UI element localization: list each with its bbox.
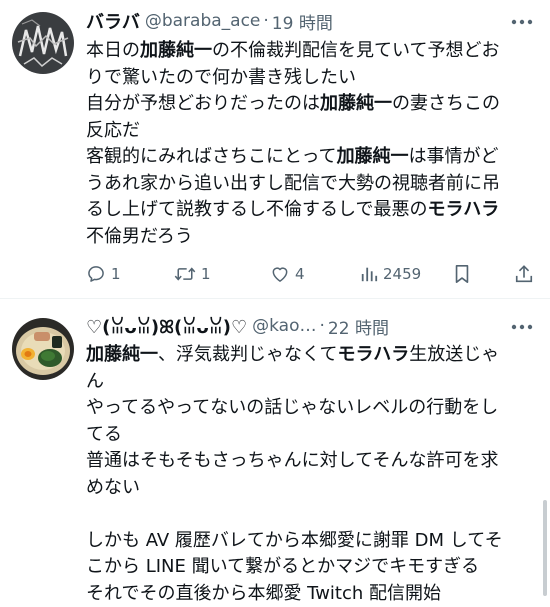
- tweet-text-line: 不倫男だろう: [86, 224, 536, 251]
- bookmark-button[interactable]: [453, 260, 471, 288]
- like-count: 4: [295, 265, 305, 283]
- tweet[interactable]: バラバ @baraba_ace · 19 時間 本日の加藤純一の不倫裁判配信を見…: [0, 0, 550, 300]
- reply-icon: [86, 264, 106, 284]
- tweet-text-line: ん: [86, 369, 536, 396]
- reply-button[interactable]: 1: [86, 260, 121, 288]
- tweet-text-line: 反応だ: [86, 118, 536, 145]
- share-button[interactable]: [514, 260, 534, 288]
- more-dots-icon: [511, 324, 533, 330]
- tweet-text-line: 本日の加藤純一の不倫裁判配信を見ていて予想どお: [86, 38, 536, 65]
- more-dots-icon: [511, 19, 533, 25]
- text-segment: 客観的にみればさちこにとって: [86, 146, 337, 167]
- display-name[interactable]: ♡(ꈍᴗꈍ)ꕤ(ꈍᴗꈍ)♡: [86, 315, 247, 338]
- text-segment: の不倫裁判配信を見ていて予想どお: [212, 40, 499, 61]
- views-chart-icon: [360, 265, 378, 283]
- tweet-text: 加藤純一、浮気裁判じゃなくてモラハラ生放送じゃんやってるやってないの話じゃないレ…: [86, 342, 536, 607]
- text-segment: 、浮気裁判じゃなくて: [158, 344, 337, 365]
- more-options-button[interactable]: [508, 316, 536, 338]
- tweet-text-line: 自分が予想どおりだったのは加藤純一の妻さちこの: [86, 91, 536, 118]
- tweet-text-line: 客観的にみればさちこにとって加藤純一は事情がど: [86, 144, 536, 171]
- tweet-header: バラバ @baraba_ace · 19 時間: [86, 8, 530, 34]
- text-segment: 本日の: [86, 40, 140, 61]
- text-segment: 不倫男だろう: [86, 226, 193, 247]
- tweet[interactable]: ♡(ꈍᴗꈍ)ꕤ(ꈍᴗꈍ)♡ @kao… · 22 時間 加藤純一、浮気裁判じゃな…: [0, 300, 550, 606]
- highlighted-keyword: 加藤純一: [337, 146, 409, 167]
- text-segment: こから LINE 聞いて繋がるとかマジでキモすぎる: [86, 556, 479, 577]
- bookmark-icon: [453, 264, 471, 284]
- tweet-actions: 1 1 4 2459: [86, 260, 536, 288]
- tweet-text-line: てる: [86, 422, 536, 449]
- text-segment: 反応だ: [86, 120, 140, 141]
- separator-dot: ·: [320, 316, 325, 336]
- tweet-text-line: 普通はそもそもさっちゃんに対してそんな許可を求: [86, 448, 536, 475]
- like-button[interactable]: 4: [270, 260, 305, 288]
- tweet-text-line: それでその直後から本郷愛 Twitch 配信開始: [86, 581, 536, 607]
- text-segment: しかも AV 履歴バレてから本郷愛に謝罪 DM してそ: [86, 530, 503, 551]
- tweet-text: 本日の加藤純一の不倫裁判配信を見ていて予想どおりで驚いたので何か書き残したい自分…: [86, 38, 536, 250]
- views-count: 2459: [383, 265, 421, 283]
- user-handle[interactable]: @kao…: [252, 316, 316, 336]
- heart-icon: [270, 264, 290, 284]
- user-avatar[interactable]: [12, 318, 74, 380]
- tweet-text-line: やってるやってないの話じゃないレベルの行動をし: [86, 395, 536, 422]
- highlighted-keyword: モラハラ: [337, 344, 409, 365]
- tweet-text-line: こから LINE 聞いて繋がるとかマジでキモすぎる: [86, 554, 536, 581]
- highlighted-keyword: モラハラ: [427, 199, 499, 220]
- tweet-divider: [0, 298, 550, 299]
- text-segment: てる: [86, 424, 122, 445]
- user-handle[interactable]: @baraba_ace: [145, 11, 261, 31]
- retweet-count: 1: [201, 265, 211, 283]
- timestamp[interactable]: 22 時間: [328, 314, 389, 339]
- text-segment: それでその直後から本郷愛 Twitch 配信開始: [86, 583, 441, 604]
- tweet-text-line: しかも AV 履歴バレてから本郷愛に謝罪 DM してそ: [86, 528, 536, 555]
- separator-dot: ·: [263, 11, 268, 31]
- timestamp[interactable]: 19 時間: [272, 9, 333, 34]
- text-segment: りで驚いたので何か書き残したい: [86, 67, 356, 88]
- text-segment: 普通はそもそもさっちゃんに対してそんな許可を求: [86, 450, 499, 471]
- tweet-text-line: 加藤純一、浮気裁判じゃなくてモラハラ生放送じゃ: [86, 342, 536, 369]
- scribble-avatar-icon: [12, 12, 74, 74]
- highlighted-keyword: 加藤純一: [320, 93, 392, 114]
- tweet-header: ♡(ꈍᴗꈍ)ꕤ(ꈍᴗꈍ)♡ @kao… · 22 時間: [86, 313, 530, 339]
- tweet-text-line: るし上げて説教するし不倫するしで最悪のモラハラ: [86, 197, 536, 224]
- text-segment: 自分が予想どおりだったのは: [86, 93, 320, 114]
- more-options-button[interactable]: [508, 11, 536, 33]
- highlighted-keyword: 加藤純一: [140, 40, 212, 61]
- text-segment: 生放送じゃ: [409, 344, 499, 365]
- ramen-bowl-avatar-icon: [12, 318, 74, 380]
- text-segment: ん: [86, 371, 104, 392]
- user-avatar[interactable]: [12, 12, 74, 74]
- reply-count: 1: [111, 265, 121, 283]
- retweet-icon: [174, 264, 196, 284]
- tweet-text-line: めない: [86, 475, 536, 502]
- text-segment: るし上げて説教するし不倫するしで最悪の: [86, 199, 427, 220]
- tweet-text-line: うあれ家から追い出すし配信で大勢の視聴者前に吊: [86, 171, 536, 198]
- text-segment: うあれ家から追い出すし配信で大勢の視聴者前に吊: [86, 173, 500, 194]
- text-segment: の妻さちこの: [392, 93, 500, 114]
- retweet-button[interactable]: 1: [174, 260, 211, 288]
- highlighted-keyword: 加藤純一: [86, 344, 158, 365]
- text-segment: めない: [86, 477, 140, 498]
- display-name[interactable]: バラバ: [86, 8, 140, 34]
- text-segment: は事情がど: [409, 146, 499, 167]
- views-button[interactable]: 2459: [360, 260, 421, 288]
- tweet-text-line: りで驚いたので何か書き残したい: [86, 65, 536, 92]
- scrollbar[interactable]: [543, 500, 547, 596]
- text-segment: やってるやってないの話じゃないレベルの行動をし: [86, 397, 498, 418]
- blank-line: [86, 501, 536, 528]
- share-icon: [514, 264, 534, 284]
